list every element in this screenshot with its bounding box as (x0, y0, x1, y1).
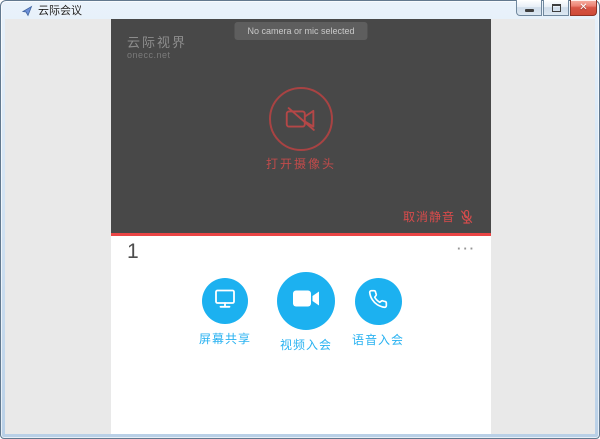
phone-icon (368, 289, 388, 308)
brand-watermark: 云际视界 onecc.net (127, 32, 187, 60)
minimize-icon (524, 9, 534, 12)
open-camera-button[interactable] (268, 87, 333, 151)
camera-off-block: 打开摄像头 (266, 87, 336, 172)
left-filler-panel (5, 19, 111, 434)
app-window: 云际会议 ✕ No camera or mic selected 云际视界 on… (0, 0, 600, 439)
voice-join-label: 语音入会 (351, 333, 404, 347)
window-title: 云际会议 (38, 4, 82, 17)
brand-name: 云际视界 (127, 35, 188, 50)
unmute-label: 取消静音 (402, 210, 455, 224)
close-button[interactable]: ✕ (570, 0, 597, 16)
camera-off-icon (285, 107, 315, 131)
title-bar[interactable]: 云际会议 ✕ (1, 0, 599, 18)
maximize-button[interactable] (543, 0, 569, 16)
screen-share-button[interactable]: 屏幕共享 (180, 278, 270, 347)
video-camera-icon (293, 290, 319, 306)
right-filler-panel (493, 19, 595, 434)
more-menu-button[interactable]: ··· (457, 241, 476, 256)
voice-join-button[interactable]: 语音入会 (333, 278, 423, 348)
device-status-toast: No camera or mic selected (234, 22, 368, 40)
window-controls: ✕ (516, 0, 597, 16)
screen-share-label: 屏幕共享 (198, 332, 251, 346)
open-camera-label[interactable]: 打开摄像头 (266, 155, 336, 172)
screen-share-icon (215, 289, 235, 308)
app-main-column: No camera or mic selected 云际视界 onecc.net… (111, 19, 491, 434)
maximize-icon (551, 3, 561, 12)
brand-domain: onecc.net (127, 50, 171, 60)
meeting-panel: 1 ··· 屏幕共享 视频入会 语音入会 (111, 236, 491, 434)
video-preview-area: No camera or mic selected 云际视界 onecc.net… (111, 19, 491, 233)
participant-count: 1 (127, 240, 139, 263)
unmute-button[interactable]: 取消静音 (403, 208, 474, 225)
app-icon (21, 4, 33, 16)
window-content: No camera or mic selected 云际视界 onecc.net… (5, 19, 595, 434)
close-icon: ✕ (579, 1, 588, 13)
mic-muted-icon (461, 209, 473, 224)
minimize-button[interactable] (516, 0, 542, 16)
